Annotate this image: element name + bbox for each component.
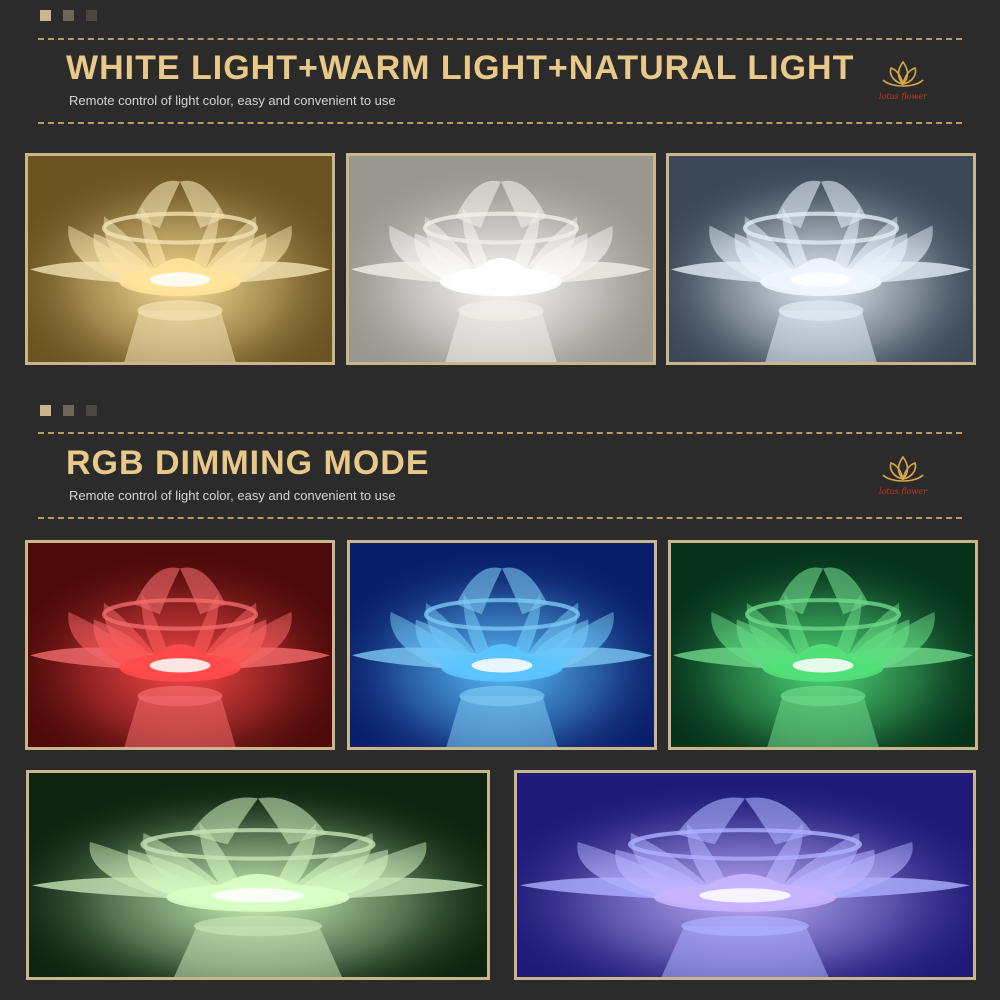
square-marker — [40, 10, 51, 21]
dashed-divider — [38, 517, 962, 519]
dashed-divider — [38, 122, 962, 124]
brand-name: lotus flower — [879, 487, 927, 496]
square-marker — [63, 405, 74, 416]
dashed-divider — [38, 432, 962, 434]
violet-light-lotus-lamp — [517, 773, 973, 977]
warm-light-lotus-lamp — [28, 156, 332, 362]
photo-violet-light — [514, 770, 976, 980]
photo-red-light — [25, 540, 335, 750]
decorative-squares — [40, 10, 97, 21]
lotus-logo-icon — [882, 60, 924, 87]
blue-light-lotus-lamp — [350, 543, 654, 747]
square-marker — [86, 405, 97, 416]
decorative-squares — [40, 405, 97, 416]
photo-mint-green-light — [26, 770, 490, 980]
square-marker — [40, 405, 51, 416]
section-title: RGB DIMMING MODE — [66, 444, 430, 482]
photo-natural-light — [346, 153, 656, 365]
green-light-lotus-lamp — [671, 543, 975, 747]
lotus-logo-icon — [882, 455, 924, 482]
photo-blue-light — [347, 540, 657, 750]
section-subtitle: Remote control of light color, easy and … — [69, 93, 396, 108]
photo-white-light — [666, 153, 976, 365]
section-title: WHITE LIGHT+WARM LIGHT+NATURAL LIGHT — [66, 49, 855, 87]
red-light-lotus-lamp — [28, 543, 332, 747]
photo-green-light — [668, 540, 978, 750]
white-light-lotus-lamp — [669, 156, 973, 362]
mint-green-light-lotus-lamp — [29, 773, 487, 977]
photo-warm-light — [25, 153, 335, 365]
section-subtitle: Remote control of light color, easy and … — [69, 488, 396, 503]
brand-logo: lotus flower — [870, 58, 936, 108]
natural-light-lotus-lamp — [349, 156, 653, 362]
dashed-divider — [38, 38, 962, 40]
brand-name: lotus flower — [879, 92, 927, 101]
square-marker — [86, 10, 97, 21]
square-marker — [63, 10, 74, 21]
brand-logo: lotus flower — [870, 453, 936, 503]
